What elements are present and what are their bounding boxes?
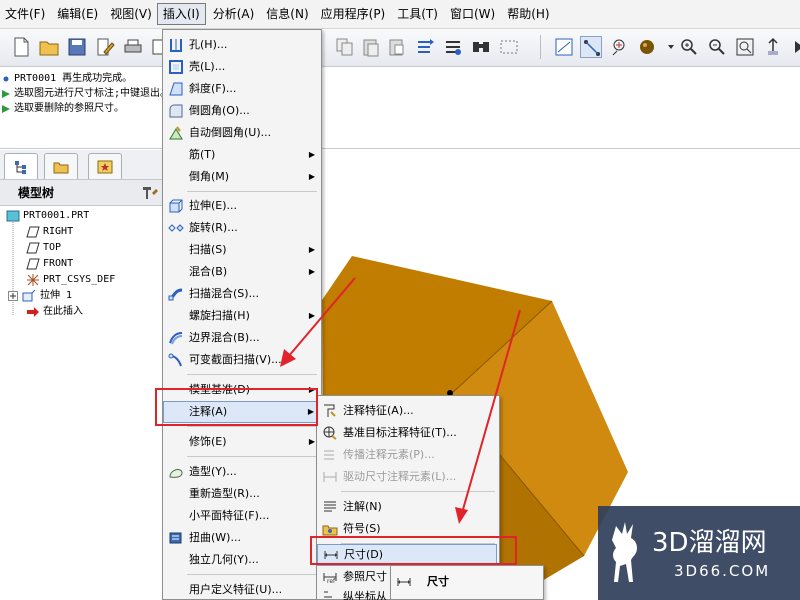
menu-item-round[interactable]: 倒圆角(O)... <box>163 100 321 122</box>
variable-section-sweep-icon <box>168 353 182 367</box>
note-icon <box>324 501 336 512</box>
menu-item-driving-dimension[interactable]: 驱动尺寸注释元素(L)... <box>317 466 499 488</box>
menu-item-annotation-feature[interactable]: 注释特征(A)... <box>317 400 499 422</box>
menu-separator <box>187 574 317 575</box>
menu-item-extrude[interactable]: 拉伸(E)... <box>163 195 321 217</box>
menu-item-boundary-blend[interactable]: 边界混合(B)... <box>163 327 321 349</box>
dimension-icon <box>397 578 411 586</box>
menu-item-independent-geometry[interactable]: 独立几何(Y)... <box>163 549 321 571</box>
menu-item-facet-feature[interactable]: 小平面特征(F)... <box>163 505 321 527</box>
menu-item-datum-target[interactable]: 基准目标注释特征(T)... <box>317 422 499 444</box>
menu-item-blend[interactable]: 混合(B) ▶ <box>163 261 321 283</box>
menu-separator <box>187 191 317 192</box>
hole-icon <box>170 39 182 52</box>
submenu-arrow-icon: ▶ <box>308 172 315 181</box>
shell-icon <box>169 60 183 74</box>
highlight-box-dimension <box>310 536 517 565</box>
menu-item-rib[interactable]: 筋(T) ▶ <box>163 144 321 166</box>
submenu-arrow-icon: ▶ <box>308 437 315 446</box>
menu-item-warp[interactable]: 扭曲(W)... <box>163 527 321 549</box>
reference-dimension-icon: ref <box>323 573 337 585</box>
menu-item-note[interactable]: 注解(N) <box>317 496 499 518</box>
menu-separator <box>341 491 495 492</box>
menu-item-auto-round[interactable]: 自动倒圆角(U)... <box>163 122 321 144</box>
menu-separator <box>187 426 317 427</box>
svg-text:ref: ref <box>327 578 336 585</box>
menu-separator <box>187 374 317 375</box>
watermark-subtitle: 3D66.COM <box>674 562 771 580</box>
style-icon <box>169 469 183 478</box>
driving-dimension-icon <box>323 472 337 482</box>
auto-round-icon <box>169 126 183 140</box>
menu-item-style[interactable]: 造型(Y)... <box>163 461 321 483</box>
propagate-icon <box>324 450 334 460</box>
ordinate-icon <box>324 591 332 598</box>
dimension-submenu: 尺寸 <box>390 565 544 600</box>
warp-icon <box>169 532 182 544</box>
menu-item-user-defined-feature[interactable]: 用户定义特征(U)... <box>163 579 321 600</box>
menu-item-swept-blend[interactable]: 扫描混合(S)... <box>163 283 321 305</box>
extrude-icon <box>169 199 183 213</box>
menu-item-propagate-annotation[interactable]: 传播注释元素(P)... <box>317 444 499 466</box>
menu-item-restyle[interactable]: 重新造型(R)... <box>163 483 321 505</box>
datum-target-icon <box>323 426 337 440</box>
submenu-arrow-icon: ▶ <box>308 150 315 159</box>
menu-item-helical-sweep[interactable]: 螺旋扫描(H) ▶ <box>163 305 321 327</box>
menu-item-shell[interactable]: 壳(L)... <box>163 56 321 78</box>
round-icon <box>169 104 183 118</box>
submenu-arrow-icon: ▶ <box>308 267 315 276</box>
draft-icon <box>169 82 183 96</box>
boundary-blend-icon <box>169 332 183 345</box>
menu-item-variable-section-sweep[interactable]: 可变截面扫描(V)... <box>163 349 321 371</box>
submenu-arrow-icon: ▶ <box>308 311 315 320</box>
deer-logo-icon <box>612 522 637 582</box>
menu-item-cosmetic[interactable]: 修饰(E) ▶ <box>163 431 321 453</box>
annotation-feature-icon <box>324 404 336 417</box>
revolve-icon <box>168 224 184 232</box>
watermark-title: 3D溜溜网 <box>652 528 767 558</box>
menu-item-chamfer[interactable]: 倒角(M) ▶ <box>163 166 321 188</box>
menu-item-revolve[interactable]: 旋转(R)... <box>163 217 321 239</box>
swept-blend-icon <box>168 288 183 301</box>
highlight-box-annotation <box>155 388 318 426</box>
menu-item-hole[interactable]: 孔(H)... <box>163 34 321 56</box>
menu-item-dimension-new[interactable]: 尺寸 <box>391 571 541 593</box>
insert-menu: 孔(H)... 壳(L)... 斜度(F)... 倒圆角(O)... 自动倒圆角… <box>162 29 322 600</box>
submenu-arrow-icon: ▶ <box>308 245 315 254</box>
symbol-icon <box>322 525 338 536</box>
menu-item-draft[interactable]: 斜度(F)... <box>163 78 321 100</box>
menu-separator <box>187 456 317 457</box>
menu-item-sweep[interactable]: 扫描(S) ▶ <box>163 239 321 261</box>
